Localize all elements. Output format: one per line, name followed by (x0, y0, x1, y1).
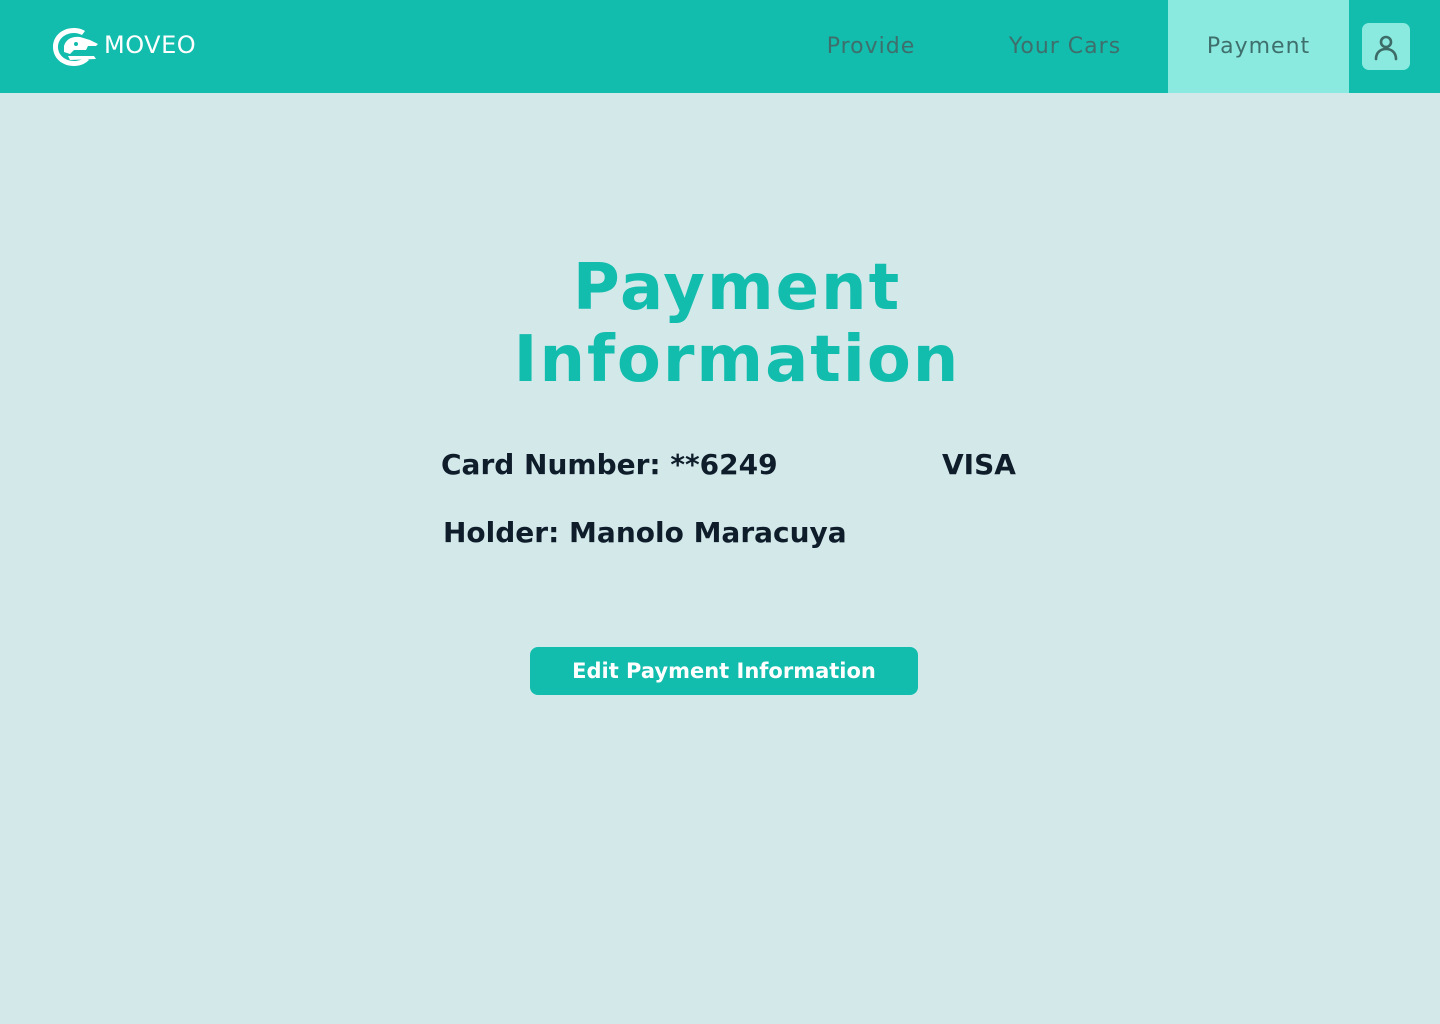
card-holder: Holder: Manolo Maracuya (443, 516, 847, 549)
user-icon (1374, 35, 1398, 60)
logo[interactable]: MOVEO (50, 24, 196, 70)
page-title: Payment Information (440, 252, 1034, 396)
profile-button[interactable] (1362, 23, 1410, 70)
nav-provide[interactable]: Provide (790, 0, 952, 93)
card-number: Card Number: **6249 (441, 448, 778, 481)
card-brand: VISA (942, 448, 1016, 481)
nav-your-cars[interactable]: Your Cars (990, 0, 1140, 93)
logo-text: MOVEO (104, 31, 197, 59)
page-title-line-2: Information (513, 323, 961, 397)
logo-icon (53, 28, 98, 66)
edit-payment-button[interactable]: Edit Payment Information (530, 647, 918, 695)
nav-payment[interactable]: Payment (1168, 0, 1349, 93)
top-navbar: MOVEO Provide Your Cars Payment (0, 0, 1440, 93)
page-title-line-1: Payment (572, 251, 902, 325)
